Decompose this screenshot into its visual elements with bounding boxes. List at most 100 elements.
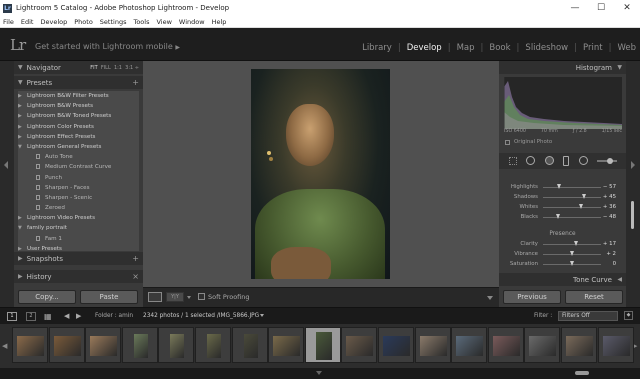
slider-value[interactable]: + 36 xyxy=(598,204,616,210)
graduated-filter-icon[interactable] xyxy=(563,156,569,166)
thumbnail[interactable] xyxy=(231,327,268,363)
left-panel-toggle[interactable] xyxy=(0,61,14,307)
slider-knob[interactable] xyxy=(555,214,560,219)
reset-button[interactable]: Reset xyxy=(565,290,623,304)
slider-knob[interactable] xyxy=(578,204,583,209)
selection-info[interactable]: 2342 photos / 1 selected /IMG_5866.JPG xyxy=(143,313,259,319)
preset-folder[interactable]: ▶ Lightroom B&W Toned Presets xyxy=(18,111,139,121)
slider-track[interactable] xyxy=(543,187,601,188)
slider-value[interactable]: + 45 xyxy=(598,194,616,200)
collapse-filmstrip-icon[interactable] xyxy=(316,371,322,375)
preset-item[interactable]: Sharpen - Faces xyxy=(18,183,139,193)
toolbar-menu-icon[interactable] xyxy=(487,296,493,300)
module-develop[interactable]: Develop xyxy=(401,43,448,53)
clear-history-icon[interactable]: × xyxy=(132,272,139,281)
presets-header[interactable]: ▼ Presets + xyxy=(14,76,143,89)
preset-item[interactable]: Sharpen - Scenic xyxy=(18,193,139,203)
menu-view[interactable]: View xyxy=(156,18,171,26)
before-after-icon[interactable]: Y|Y xyxy=(166,292,184,302)
preset-folder[interactable]: ▼ Lightroom General Presets xyxy=(18,142,139,152)
spot-removal-icon[interactable] xyxy=(526,156,535,165)
preset-item[interactable]: Medium Contrast Curve xyxy=(18,162,139,172)
minimize-button[interactable]: — xyxy=(562,0,588,16)
preset-folder[interactable]: ▶ Lightroom Color Presets xyxy=(18,122,139,132)
right-panel-scroll[interactable] xyxy=(626,61,640,307)
thumbnail[interactable] xyxy=(341,327,378,363)
slider-knob[interactable] xyxy=(570,251,575,256)
soft-proofing-checkbox[interactable] xyxy=(198,293,205,300)
filter-lock-icon[interactable]: ◆ xyxy=(624,311,633,320)
menu-tools[interactable]: Tools xyxy=(133,18,149,26)
menu-file[interactable]: File xyxy=(3,18,14,26)
menu-photo[interactable]: Photo xyxy=(74,18,93,26)
thumbnail[interactable] xyxy=(414,327,451,363)
menu-settings[interactable]: Settings xyxy=(100,18,127,26)
tone-curve-header[interactable]: Tone Curve ◀ xyxy=(499,273,626,286)
slider-value[interactable]: − 48 xyxy=(598,214,616,220)
filmstrip-scroll-left-icon[interactable]: ◀ xyxy=(2,342,7,350)
slider-knob[interactable] xyxy=(582,194,587,199)
slider-highlights[interactable]: Highlights − 57 xyxy=(499,183,626,192)
preset-folder[interactable]: ▶ Lightroom Effect Presets xyxy=(18,132,139,142)
thumbnail[interactable] xyxy=(487,327,524,363)
menu-help[interactable]: Help xyxy=(212,18,227,26)
history-header[interactable]: ▶ History × xyxy=(14,270,143,283)
original-photo-checkbox[interactable] xyxy=(505,140,510,145)
slider-track[interactable] xyxy=(543,207,601,208)
menu-window[interactable]: Window xyxy=(179,18,205,26)
filter-select[interactable]: Filters Off xyxy=(558,311,618,321)
histogram-header[interactable]: Histogram ▼ xyxy=(499,61,626,74)
chevron-down-icon[interactable] xyxy=(260,314,264,317)
slider-clarity[interactable]: Clarity + 17 xyxy=(499,240,626,249)
slider-knob[interactable] xyxy=(556,184,561,189)
slider-vibrance[interactable]: Vibrance + 2 xyxy=(499,250,626,259)
thumbnail-selected[interactable] xyxy=(304,327,341,363)
preset-item[interactable]: Auto Tone xyxy=(18,152,139,162)
thumbnail[interactable] xyxy=(561,327,597,363)
scrollbar-thumb[interactable] xyxy=(631,201,634,229)
slider-saturation[interactable]: Saturation 0 xyxy=(499,260,626,269)
module-map[interactable]: Map xyxy=(451,43,481,53)
thumbnail[interactable] xyxy=(378,327,414,363)
slider-shadows[interactable]: Shadows + 45 xyxy=(499,193,626,202)
module-library[interactable]: Library xyxy=(356,43,398,53)
module-print[interactable]: Print xyxy=(577,43,609,53)
filmstrip-scrollbar[interactable] xyxy=(0,368,640,379)
menu-edit[interactable]: Edit xyxy=(21,18,34,26)
thumbnail[interactable] xyxy=(597,327,634,363)
menu-develop[interactable]: Develop xyxy=(40,18,67,26)
page-2-button[interactable]: 2 xyxy=(26,312,36,321)
navigator-header[interactable]: ▼ Navigator FIT FILL 1:1 3:1 ÷ xyxy=(14,61,143,74)
red-eye-icon[interactable] xyxy=(545,156,554,165)
slider-value[interactable]: − 57 xyxy=(598,184,616,190)
thumbnail[interactable] xyxy=(12,327,48,363)
preset-item[interactable]: Zeroed xyxy=(18,203,139,213)
preset-folder[interactable]: ▶ Lightroom B&W Presets xyxy=(18,101,139,111)
paste-button[interactable]: Paste xyxy=(80,290,138,304)
slider-value[interactable]: + 2 xyxy=(598,251,616,257)
slider-whites[interactable]: Whites + 36 xyxy=(499,203,626,212)
copy-button[interactable]: Copy... xyxy=(18,290,76,304)
slider-track[interactable] xyxy=(543,217,601,218)
radial-filter-icon[interactable] xyxy=(579,156,588,165)
zoom-1-1[interactable]: 1:1 xyxy=(114,65,122,71)
back-arrow-icon[interactable]: ◀ xyxy=(64,312,69,320)
preset-folder[interactable]: ▶ Lightroom Video Presets xyxy=(18,213,139,223)
chevron-down-icon[interactable] xyxy=(187,296,191,299)
slider-knob[interactable] xyxy=(574,241,579,246)
page-1-button[interactable]: 1 xyxy=(7,312,17,321)
mobile-link[interactable]: Get started with Lightroom mobile ▶ xyxy=(35,42,180,51)
slider-blacks[interactable]: Blacks − 48 xyxy=(499,213,626,222)
zoom-fill[interactable]: FILL xyxy=(101,65,111,71)
preset-folder[interactable]: ▶ Lightroom B&W Filter Presets xyxy=(18,91,139,101)
thumbnail[interactable] xyxy=(48,327,85,363)
close-button[interactable]: ✕ xyxy=(614,0,640,16)
slider-value[interactable]: + 17 xyxy=(598,241,616,247)
zoom-fit[interactable]: FIT xyxy=(90,65,97,71)
filmstrip-scroll-thumb[interactable] xyxy=(575,371,589,375)
thumbnail[interactable] xyxy=(195,327,231,363)
module-book[interactable]: Book xyxy=(483,43,516,53)
grid-overlay-icon[interactable] xyxy=(509,157,517,165)
maximize-button[interactable]: ☐ xyxy=(588,0,614,16)
forward-arrow-icon[interactable]: ▶ xyxy=(76,312,81,320)
